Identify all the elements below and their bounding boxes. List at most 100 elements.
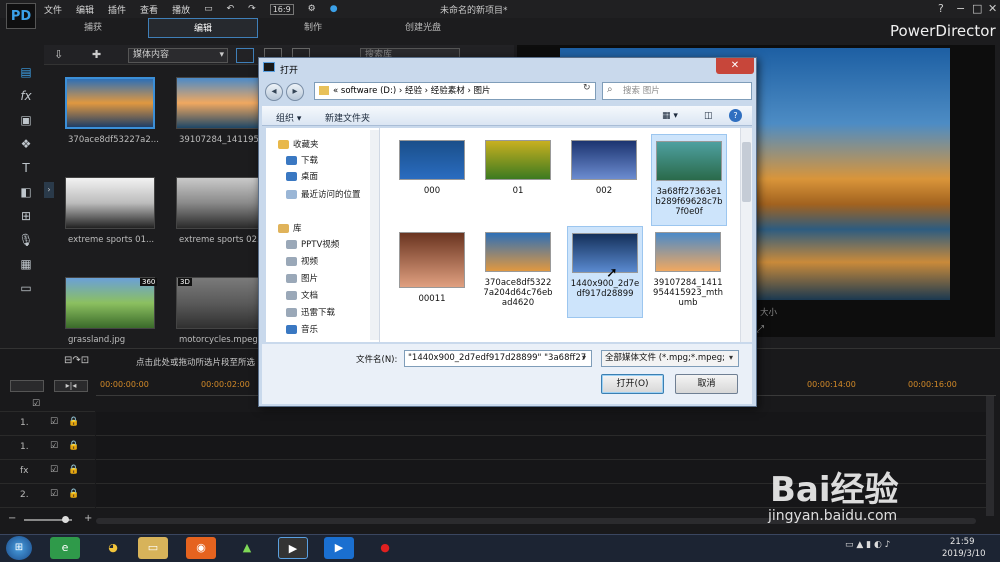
preview-size-label[interactable]: 大小 [760, 306, 777, 318]
subtitle-room-icon[interactable]: ▭ [18, 280, 34, 296]
nav-item[interactable]: 库 [278, 222, 378, 234]
media-filter-select[interactable]: 媒体内容 ▾ [128, 48, 228, 63]
track-header[interactable]: 1. ☑ 🔒 [0, 412, 95, 436]
menu-file[interactable]: 文件 [44, 3, 62, 16]
filetype-dropdown-icon[interactable]: ▾ [729, 353, 733, 362]
fullscreen-icon[interactable]: ⤢ [756, 324, 764, 335]
track-enable-checkbox[interactable]: ☑ [50, 489, 58, 499]
audio-mixing-room-icon[interactable]: ⊞ [18, 208, 34, 224]
track-enable-checkbox[interactable]: ☑ [50, 417, 58, 427]
dialog-search-input[interactable]: 搜索 图片 [602, 82, 752, 100]
track-lane[interactable] [96, 412, 986, 436]
lock-icon[interactable]: 🔒 [68, 417, 79, 427]
file-item[interactable]: 1440x900_2d7edf917d28899 [567, 226, 643, 318]
player-taskbar-icon[interactable]: ▶ [324, 537, 354, 559]
app-360-icon[interactable]: e [50, 537, 80, 559]
file-item[interactable]: 000 [395, 134, 469, 222]
zoom-out-icon[interactable]: − [8, 513, 16, 524]
trim-tools-icon[interactable]: ⊟↷⊡ [64, 355, 89, 366]
filename-dropdown-icon[interactable]: ▾ [582, 353, 586, 362]
aspect-ratio-select[interactable]: 16:9 [269, 3, 294, 15]
nav-item[interactable]: 视频 [286, 255, 386, 267]
file-item[interactable]: 39107284_1411954415923_mthumb [651, 226, 725, 314]
file-item[interactable]: 3a68ff27363e1b289f69628c7b7f0e0f [651, 134, 727, 226]
firefox-icon[interactable]: ◉ [186, 537, 216, 559]
forward-icon[interactable]: ▸ [286, 83, 304, 101]
menu-edit[interactable]: 编辑 [76, 3, 94, 16]
nav-item[interactable]: 迅雷下载 [286, 306, 386, 318]
tab-edit[interactable]: 编辑 [148, 18, 258, 38]
lock-icon[interactable]: 🔒 [68, 489, 79, 499]
nav-item[interactable]: 最近访问的位置 [286, 188, 386, 200]
nav-item[interactable]: 桌面 [286, 170, 386, 182]
menu-play[interactable]: 播放 [172, 3, 190, 16]
expand-panel-icon[interactable]: › [44, 182, 54, 198]
title-room-icon[interactable]: T [18, 160, 34, 176]
nav-item[interactable]: 收藏夹 [278, 138, 378, 150]
tab-produce[interactable]: 制作 [258, 18, 368, 38]
save-icon[interactable]: ▭ [204, 4, 213, 14]
new-folder-button[interactable]: 新建文件夹 [325, 111, 370, 124]
nav-item[interactable]: 图片 [286, 272, 386, 284]
file-item[interactable]: 002 [567, 134, 641, 222]
qq-icon[interactable]: ◕ [98, 537, 128, 559]
track-header[interactable]: fx ☑ 🔒 [0, 460, 95, 484]
file-item[interactable]: 01 [481, 134, 555, 222]
file-item[interactable]: 00011 [395, 226, 469, 314]
library-thumbnail[interactable] [65, 77, 155, 129]
import-icon[interactable]: ⇩ [54, 48, 63, 61]
effects-room-icon[interactable]: fx [18, 88, 34, 104]
notification-icon[interactable]: ● [330, 4, 338, 14]
file-item[interactable]: 370ace8df53227a204d64c76ebad4620 [481, 226, 555, 314]
nav-item[interactable]: 音乐 [286, 323, 386, 335]
minimize-button[interactable]: − [956, 2, 965, 15]
menu-view[interactable]: 查看 [140, 3, 158, 16]
library-thumbnail[interactable] [176, 177, 266, 229]
lock-icon[interactable]: 🔒 [68, 465, 79, 475]
powerdirector-taskbar-icon[interactable]: ▶ [278, 537, 308, 559]
pip-room-icon[interactable]: ▣ [18, 112, 34, 128]
cancel-button[interactable]: 取消 [675, 374, 738, 394]
menu-plugins[interactable]: 插件 [108, 3, 126, 16]
organize-menu[interactable]: 组织 ▾ [276, 111, 301, 124]
dialog-close-button[interactable]: ✕ [716, 58, 754, 74]
track-manager-icon[interactable] [10, 380, 44, 392]
lock-icon[interactable]: 🔒 [68, 441, 79, 451]
checkbox-icon[interactable]: ☑ [32, 399, 40, 409]
filetype-select[interactable]: 全部媒体文件 (*.mpg;*.mpeg; [601, 350, 739, 367]
clock-date[interactable]: 2019/3/10 [942, 549, 986, 559]
fit-timeline-icon[interactable]: ▸|◂ [54, 380, 88, 392]
view-video-icon[interactable] [236, 48, 254, 63]
close-button[interactable]: ✕ [988, 2, 997, 15]
particle-room-icon[interactable]: ❖ [18, 136, 34, 152]
help-button[interactable]: ? [938, 2, 944, 15]
track-enable-checkbox[interactable]: ☑ [50, 465, 58, 475]
track-header-all[interactable]: ☑ [0, 396, 95, 412]
zoom-slider-thumb[interactable] [62, 516, 69, 523]
maximize-button[interactable]: □ [972, 2, 982, 15]
tab-capture[interactable]: 捕获 [38, 18, 148, 38]
start-button[interactable]: ⊞ [6, 536, 32, 560]
clock-time[interactable]: 21:59 [950, 537, 975, 547]
media-room-icon[interactable]: ▤ [18, 64, 34, 80]
refresh-icon[interactable]: ↻ [583, 83, 591, 93]
file-scrollbar[interactable] [740, 128, 752, 342]
chapter-room-icon[interactable]: ▦ [18, 256, 34, 272]
undo-icon[interactable]: ↶ [227, 4, 235, 14]
recorder-taskbar-icon[interactable]: ● [370, 537, 400, 559]
library-thumbnail[interactable] [65, 177, 155, 229]
track-header[interactable]: 2. ☑ 🔒 [0, 484, 95, 508]
track-enable-checkbox[interactable]: ☑ [50, 441, 58, 451]
settings-icon[interactable]: ⚙ [308, 4, 316, 14]
plugin-icon[interactable]: ✚ [92, 48, 101, 61]
view-options-icon[interactable]: ▦ ▾ [662, 111, 678, 121]
nav-item[interactable]: PPTV视频 [286, 238, 386, 250]
filename-input[interactable]: "1440x900_2d7edf917d28899" "3a68ff27 [404, 350, 592, 367]
preview-pane-icon[interactable]: ◫ [704, 111, 713, 121]
tracks-scrollbar[interactable] [986, 396, 994, 516]
transition-room-icon[interactable]: ◧ [18, 184, 34, 200]
track-lane[interactable] [96, 436, 986, 460]
tray-icons[interactable]: ▭ ▲ ▮ ◐ ♪ [845, 540, 890, 550]
zoom-in-icon[interactable]: + [84, 513, 92, 524]
media-app-icon[interactable]: ▲ [232, 537, 262, 559]
